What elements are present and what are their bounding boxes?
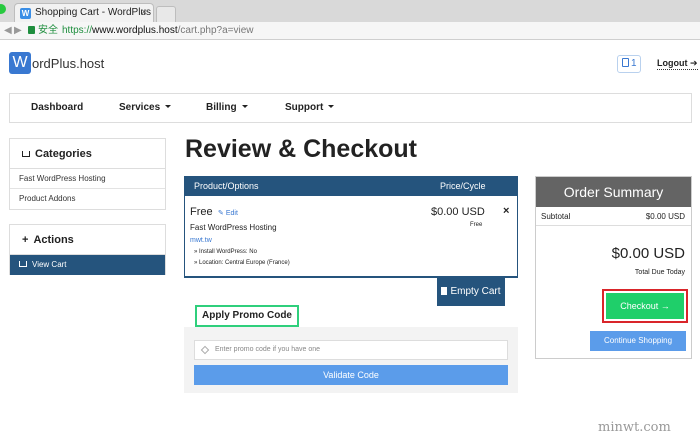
option-install-wordpress: » Install WordPress: No bbox=[194, 249, 257, 255]
window-maximize-dot[interactable] bbox=[0, 4, 6, 14]
forward-arrow-icon[interactable]: ▶ bbox=[14, 22, 22, 39]
subtotal-value: $0.00 USD bbox=[645, 212, 685, 221]
actions-title: Actions bbox=[33, 234, 74, 246]
nav-dashboard-label: Dashboard bbox=[31, 102, 84, 113]
back-arrow-icon[interactable]: ◀ bbox=[4, 22, 12, 39]
continue-shopping-button[interactable]: Continue Shopping bbox=[590, 331, 686, 351]
total-value: $0.00 USD bbox=[611, 245, 685, 262]
item-price-label: Free bbox=[190, 206, 213, 218]
cart-count-button[interactable]: 1 bbox=[617, 55, 641, 73]
edit-link[interactable]: ✎ Edit bbox=[218, 209, 238, 217]
trash-icon bbox=[441, 287, 448, 295]
logo-mark[interactable]: W bbox=[9, 52, 31, 74]
caret-down-icon bbox=[241, 105, 248, 108]
checkout-button[interactable]: Checkout → bbox=[606, 293, 684, 319]
nav-services-label: Services bbox=[119, 102, 161, 113]
categories-title: Categories bbox=[35, 148, 92, 160]
product-name: Fast WordPress Hosting bbox=[190, 223, 277, 232]
promo-placeholder: Enter promo code if you have one bbox=[215, 346, 321, 353]
logo-text[interactable]: ordPlus.host bbox=[32, 56, 104, 71]
product-domain: mwt.tw bbox=[190, 237, 212, 244]
logout-label: Logout bbox=[657, 58, 688, 68]
edit-label: Edit bbox=[225, 210, 238, 217]
table-header: Product/Options Price/Cycle bbox=[185, 176, 517, 196]
table-bottom-divider bbox=[184, 276, 518, 277]
address-bar[interactable]: ◀ ▶ 安全 https://www.wordplus.host/cart.ph… bbox=[0, 22, 700, 40]
actions-header: + Actions bbox=[10, 225, 165, 255]
item-cycle: Free bbox=[470, 222, 483, 228]
secure-label: 安全 bbox=[38, 25, 58, 36]
shopping-bag-icon bbox=[622, 58, 629, 67]
categories-panel: Categories Fast WordPress Hosting Produc… bbox=[9, 138, 166, 210]
checkout-highlight: Checkout → bbox=[602, 289, 688, 323]
browser-tabbar: W Shopping Cart - WordPlus × bbox=[0, 0, 700, 22]
logout-icon: ➔ bbox=[690, 58, 698, 68]
close-icon[interactable]: × bbox=[141, 4, 147, 22]
categories-header: Categories bbox=[10, 139, 165, 169]
remove-item-icon[interactable]: × bbox=[503, 205, 509, 217]
total-due-label: Total Due Today bbox=[634, 269, 685, 276]
validate-code-button[interactable]: Validate Code bbox=[194, 365, 508, 385]
lock-icon bbox=[28, 26, 35, 34]
order-summary-title: Order Summary bbox=[536, 177, 691, 207]
cart-table: Product/Options Price/Cycle Free ✎ Edit … bbox=[184, 176, 518, 278]
category-product-addons[interactable]: Product Addons bbox=[10, 189, 165, 209]
url-path: /cart.php?a=view bbox=[177, 25, 254, 36]
browser-tab[interactable]: W Shopping Cart - WordPlus × bbox=[14, 3, 154, 22]
nav-billing[interactable]: Billing bbox=[206, 94, 248, 122]
pencil-icon: ✎ bbox=[218, 210, 224, 217]
page-title: Review & Checkout bbox=[185, 135, 418, 163]
cart-icon bbox=[19, 261, 27, 267]
nav-services[interactable]: Services bbox=[119, 94, 172, 122]
nav-billing-label: Billing bbox=[206, 102, 237, 113]
site-favicon-icon: W bbox=[20, 8, 31, 19]
promo-code-input[interactable]: Enter promo code if you have one bbox=[194, 340, 508, 360]
logout-link[interactable]: Logout ➔ bbox=[657, 58, 698, 70]
subtotal-label: Subtotal bbox=[541, 212, 571, 221]
view-cart-label: View Cart bbox=[32, 260, 67, 269]
option-location: » Location: Central Europe (France) bbox=[194, 260, 290, 266]
nav-dashboard[interactable]: Dashboard bbox=[31, 94, 83, 122]
sidebar-item-view-cart[interactable]: View Cart bbox=[10, 255, 165, 275]
subtotal-row: Subtotal $0.00 USD bbox=[536, 208, 691, 226]
nav-support-label: Support bbox=[285, 102, 324, 113]
main-navbar: Dashboard Services Billing Support bbox=[9, 93, 692, 123]
url-scheme: https:// bbox=[62, 25, 93, 36]
cart-icon bbox=[22, 151, 30, 157]
tab-apply-promo-code[interactable]: Apply Promo Code bbox=[195, 305, 299, 327]
empty-cart-button[interactable]: Empty Cart bbox=[437, 278, 505, 306]
empty-cart-label: Empty Cart bbox=[450, 286, 501, 297]
new-tab-button[interactable] bbox=[156, 6, 176, 22]
header-price-cycle: Price/Cycle bbox=[440, 181, 486, 191]
actions-panel: + Actions View Cart bbox=[9, 224, 166, 275]
plus-icon: + bbox=[22, 234, 29, 246]
item-amount: $0.00 USD bbox=[431, 206, 485, 218]
caret-down-icon bbox=[165, 105, 172, 108]
nav-support[interactable]: Support bbox=[285, 94, 335, 122]
category-fast-wordpress-hosting[interactable]: Fast WordPress Hosting bbox=[10, 169, 165, 189]
watermark-text: minwt.com bbox=[598, 420, 671, 435]
caret-down-icon bbox=[328, 105, 335, 108]
url-text[interactable]: https://www.wordplus.host/cart.php?a=vie… bbox=[62, 22, 254, 39]
tab-title: Shopping Cart - WordPlus bbox=[35, 7, 151, 18]
url-host: www.wordplus.host bbox=[92, 25, 178, 36]
cart-count: 1 bbox=[631, 58, 637, 69]
header-product-options: Product/Options bbox=[194, 181, 259, 191]
tag-icon bbox=[200, 345, 210, 355]
